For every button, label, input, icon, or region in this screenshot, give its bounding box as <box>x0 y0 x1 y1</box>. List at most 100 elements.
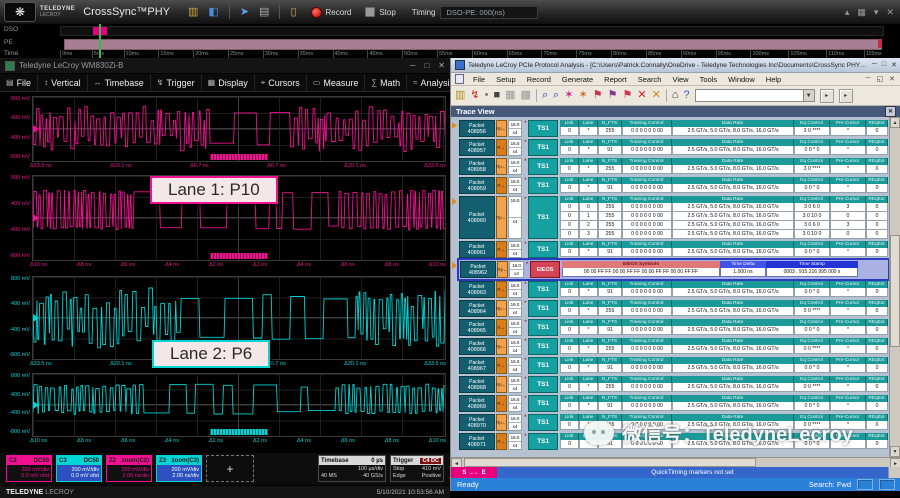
packet-block[interactable]: Packet408964Rp←16.0x4*TS1LinkLaneN_FTSTr… <box>459 300 888 317</box>
menu-window[interactable]: Window <box>723 75 760 84</box>
pointer-icon[interactable]: ➤ <box>240 7 249 18</box>
record-button[interactable]: Record <box>311 7 352 18</box>
packet-block[interactable]: Packet408957R→16.0x4*TS1LinkLaneN_FTSTra… <box>459 139 888 156</box>
packet-id-cell[interactable]: Packet408957 <box>459 139 495 156</box>
pause-icon[interactable]: • <box>485 90 489 101</box>
split-view-icon[interactable]: ▩ <box>521 90 531 101</box>
packet-id-cell[interactable]: Packet408970 <box>459 414 495 431</box>
marker-b-icon[interactable]: ⚑ <box>608 90 618 101</box>
clear-all-icon[interactable]: ✕ <box>652 90 661 101</box>
help-icon[interactable]: ? <box>683 90 689 101</box>
menu-tools[interactable]: Tools <box>695 75 723 84</box>
packet-block[interactable]: Packet408962Rp←16.0x4*EIEOSEIEOS Symbols… <box>459 260 888 279</box>
packet-id-cell[interactable]: Packet408971 <box>459 433 495 450</box>
packet-block[interactable]: Packet408969R→16.0x4*TS1LinkLaneN_FTSTra… <box>459 395 888 412</box>
timebase-descriptor[interactable]: Timebase0 µs 100 µs/div 40 MS40 GS/s <box>318 455 386 482</box>
packet-type-cell[interactable]: TS1 <box>528 120 558 137</box>
channel-descriptor-z2[interactable]: Z2zoom(C2)200 mV/div2.00 ns/div <box>106 455 152 482</box>
menu-analysis[interactable]: ≈Analysis <box>407 74 450 91</box>
search-combobox[interactable]: ▼ <box>695 89 815 102</box>
menu-display[interactable]: ▦Display <box>202 74 255 91</box>
packet-id-cell[interactable]: Packet408959 <box>459 177 495 194</box>
pe-trace-bar[interactable] <box>64 39 882 50</box>
scope-window-controls[interactable]: ─□✕ <box>410 61 445 70</box>
marker-c-icon[interactable]: ⚑ <box>622 90 632 101</box>
packet-block[interactable]: Packet408960Rp←16.0x4*TS1LinkLaneN_FTSTr… <box>459 196 888 239</box>
trigger-descriptor[interactable]: TriggerC4 DC Stop410 mV EdgePositive <box>390 455 444 482</box>
menu-report[interactable]: Report <box>599 75 632 84</box>
packet-id-cell[interactable]: Packet408963 <box>459 281 495 298</box>
packet-type-cell[interactable]: TS1 <box>528 300 558 317</box>
packet-id-cell[interactable]: Packet408967 <box>459 357 495 374</box>
print-icon[interactable]: ▤ <box>259 7 269 18</box>
packet-type-cell[interactable]: EIEOS <box>530 261 560 278</box>
menu-record[interactable]: Record <box>522 75 556 84</box>
crosssync-window-icons[interactable]: ▴▦▾✕ <box>845 7 894 18</box>
packet-type-cell[interactable]: TS1 <box>528 241 558 258</box>
stop-button[interactable]: Stop <box>365 7 395 17</box>
packet-type-cell[interactable]: TS1 <box>528 357 558 374</box>
packet-id-cell[interactable]: Packet408958 <box>459 158 495 175</box>
packet-id-cell[interactable]: Packet408966 <box>459 338 495 355</box>
packet-id-cell[interactable]: Packet408964 <box>459 300 495 317</box>
packet-block[interactable]: Packet408968Rp←16.0x4*TS1LinkLaneN_FTSTr… <box>459 376 888 393</box>
clear-marker-icon[interactable]: ✕ <box>637 90 646 101</box>
open-file-icon[interactable]: ▥ <box>455 90 465 101</box>
trace-view-close-icon[interactable]: ✕ <box>885 106 896 117</box>
filmstrip-icon[interactable]: ▯ <box>290 7 296 18</box>
menu-cursors[interactable]: ⌖Cursors <box>255 74 307 91</box>
menu-trigger[interactable]: ↯Trigger <box>151 74 202 91</box>
mdi-ctrl[interactable]: ─ <box>866 75 871 83</box>
packet-type-cell[interactable]: TS1 <box>528 319 558 336</box>
scroll-up-icon[interactable]: ▲ <box>890 117 900 128</box>
add-trace-button[interactable]: + <box>206 455 254 482</box>
marker-a-icon[interactable]: ⚑ <box>593 90 603 101</box>
menu-file[interactable]: File <box>468 75 490 84</box>
stop-icon[interactable]: ■ <box>493 90 500 101</box>
packet-block[interactable]: Packet408956Rp←16.0x4*TS1LinkLaneN_FTSTr… <box>459 120 888 137</box>
menu-file[interactable]: ▤File <box>0 74 38 91</box>
menu-view[interactable]: View <box>667 75 693 84</box>
mdi-ctrl[interactable]: ◱ <box>877 75 884 83</box>
packet-type-cell[interactable]: TS1 <box>528 414 558 431</box>
export-icon[interactable]: ◧ <box>208 7 218 18</box>
packet-id-cell[interactable]: Packet408965 <box>459 319 495 336</box>
toolbar-button-1[interactable]: ▸ <box>820 89 834 103</box>
hscrollbar-thumb[interactable] <box>464 458 756 467</box>
zoom-out-icon[interactable]: ⌕ <box>553 90 559 101</box>
find-icon[interactable]: ⌂ <box>672 90 679 101</box>
lane1-annotation[interactable]: Lane 1: P10 <box>150 176 278 204</box>
quicktiming-marker-button[interactable]: S →← E <box>451 467 497 478</box>
open-icon[interactable]: ▥ <box>188 7 198 18</box>
packet-type-cell[interactable]: TS1 <box>528 139 558 156</box>
menu-math[interactable]: ∑Math <box>365 74 407 91</box>
packet-type-cell[interactable]: TS1 <box>528 395 558 412</box>
scrollbar-thumb[interactable] <box>890 235 900 347</box>
menu-vertical[interactable]: ↕Vertical <box>38 74 88 91</box>
lane2-annotation[interactable]: Lane 2: P6 <box>152 340 270 368</box>
packet-id-cell[interactable]: Packet408960 <box>459 196 495 239</box>
menu-measure[interactable]: ▭Measure <box>307 74 366 91</box>
mdi-ctrl[interactable]: ✕ <box>889 75 895 83</box>
packet-block[interactable]: Packet408965R→16.0x4*TS1LinkLaneN_FTSTra… <box>459 319 888 336</box>
packet-type-cell[interactable]: TS1 <box>528 338 558 355</box>
vertical-scrollbar[interactable]: ▲ ▼ <box>889 117 900 457</box>
mdi-window-controls[interactable]: ─ ◱ ✕ <box>866 75 897 83</box>
bookmark-icon[interactable]: ✶ <box>564 90 573 101</box>
trace-view-header[interactable]: Trace View ✕ <box>451 106 900 117</box>
packet-id-cell[interactable]: Packet408961 <box>459 241 495 258</box>
packet-type-cell[interactable]: TS1 <box>528 158 558 175</box>
menu-help[interactable]: Help <box>761 75 786 84</box>
menu-search[interactable]: Search <box>633 75 667 84</box>
dso-track[interactable] <box>60 26 884 36</box>
packet-id-cell[interactable]: Packet408956 <box>459 120 495 137</box>
menu-setup[interactable]: Setup <box>491 75 521 84</box>
sync-cursor-line[interactable] <box>99 24 101 58</box>
channel-descriptor-c2[interactable]: C2DC50200 mV/div0.0 mV ofst <box>6 455 52 482</box>
channel-descriptor-c3[interactable]: C3DC50200 mV/div0.0 mV ofst <box>56 455 102 482</box>
packet-block[interactable]: Packet408967R→16.0x4*TS1LinkLaneN_FTSTra… <box>459 357 888 374</box>
menu-generate[interactable]: Generate <box>557 75 598 84</box>
packet-block[interactable]: Packet408958Rp←16.0x4*TS1LinkLaneN_FTSTr… <box>459 158 888 175</box>
packet-type-cell[interactable]: TS1 <box>528 281 558 298</box>
scroll-down-icon[interactable]: ▼ <box>890 446 900 457</box>
